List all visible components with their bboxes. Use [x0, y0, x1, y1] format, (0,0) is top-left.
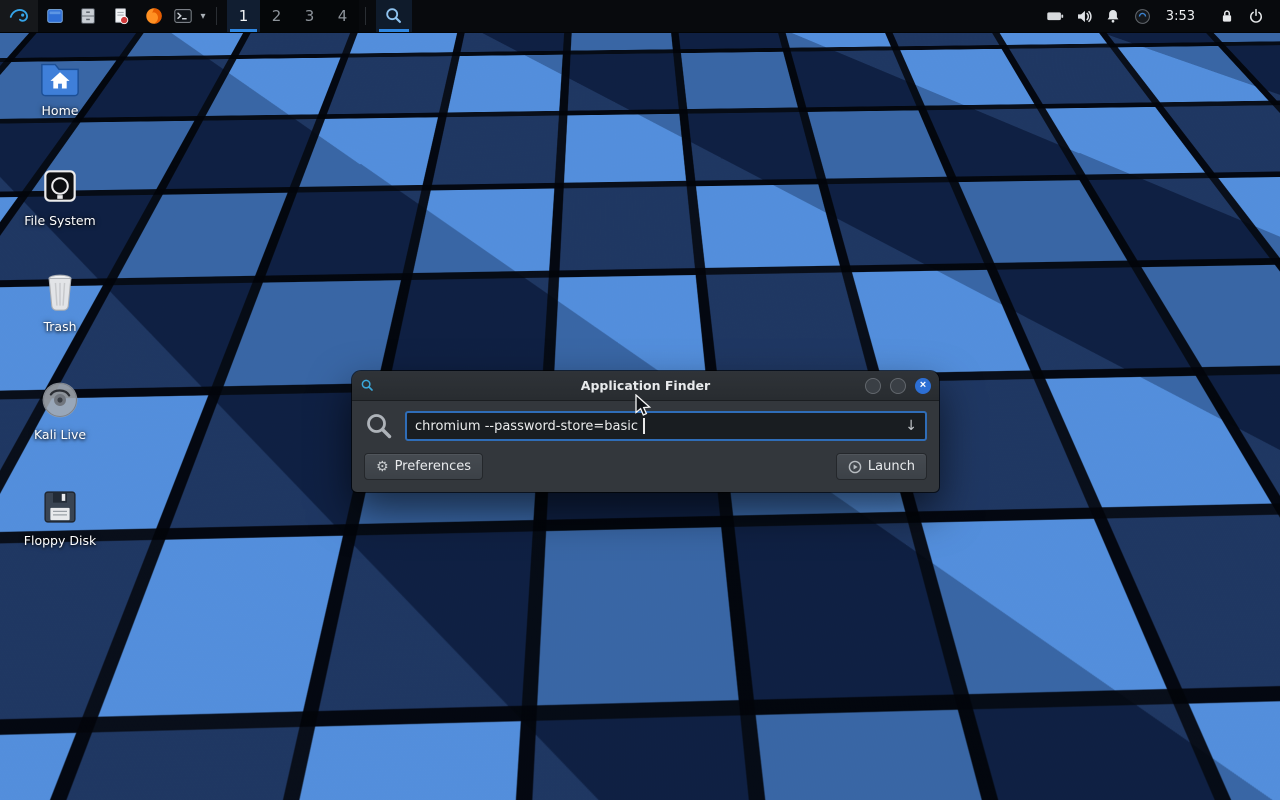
trash-icon	[40, 270, 80, 314]
panel-separator	[365, 7, 366, 25]
desktop-icon-label: Trash	[39, 319, 80, 335]
launcher-filemanager-button[interactable]	[71, 0, 104, 32]
desktop-icon-floppy-disk[interactable]: Floppy Disk	[12, 486, 108, 549]
terminal-icon	[173, 6, 193, 26]
lock-icon[interactable]	[1212, 0, 1241, 33]
taskbar-application-finder[interactable]	[376, 0, 412, 32]
desktop-icon-label: Kali Live	[30, 427, 90, 443]
document-icon	[111, 6, 131, 26]
panel-clock[interactable]: 3:53	[1157, 9, 1204, 24]
desktop-screen: ▾ 1 2 3 4	[0, 0, 1280, 800]
window-title: Application Finder	[352, 378, 939, 393]
terminal-dropdown-chevron[interactable]: ▾	[196, 0, 210, 32]
dialog-body: chromium --password-store=basic ↓ ⚙ Pref…	[352, 401, 939, 492]
volume-icon[interactable]	[1070, 0, 1099, 33]
text-caret	[643, 418, 645, 434]
applications-menu-button[interactable]	[0, 0, 38, 32]
workspace-switcher: 1 2 3 4	[227, 0, 359, 32]
notifications-bell-icon[interactable]	[1099, 0, 1128, 33]
panel-left-group: ▾ 1 2 3 4	[0, 0, 412, 32]
command-input[interactable]: chromium --password-store=basic ↓	[405, 411, 927, 441]
minimize-button[interactable]	[865, 378, 881, 394]
launcher-firefox-button[interactable]	[137, 0, 170, 32]
window-search-icon	[360, 378, 375, 393]
preferences-label: Preferences	[395, 459, 471, 474]
desktop-icon-home[interactable]: Home	[12, 56, 108, 119]
launcher-terminal-button[interactable]	[170, 0, 196, 32]
firefox-icon	[144, 6, 164, 26]
top-panel: ▾ 1 2 3 4	[0, 0, 1280, 33]
panel-separator	[216, 7, 217, 25]
desktop-icon-file-system[interactable]: File System	[12, 164, 108, 229]
workspace-2[interactable]: 2	[260, 0, 293, 32]
file-system-drive-icon	[38, 164, 82, 208]
search-icon	[384, 6, 404, 26]
window-icon	[45, 6, 65, 26]
floppy-disk-icon	[39, 486, 81, 528]
preferences-button[interactable]: ⚙ Preferences	[364, 453, 483, 480]
optical-disc-icon	[38, 378, 82, 422]
run-icon	[848, 460, 862, 474]
power-icon[interactable]	[1241, 0, 1270, 33]
titlebar[interactable]: Application Finder ×	[352, 371, 939, 401]
chevron-down-icon: ▾	[200, 11, 205, 22]
battery-icon[interactable]	[1041, 0, 1070, 33]
launcher-texteditor-button[interactable]	[104, 0, 137, 32]
file-cabinet-icon	[78, 6, 98, 26]
search-icon	[364, 411, 394, 441]
home-folder-icon	[37, 56, 83, 98]
maximize-button[interactable]	[890, 378, 906, 394]
workspace-4[interactable]: 4	[326, 0, 359, 32]
gear-icon: ⚙	[376, 460, 389, 474]
workspace-3[interactable]: 3	[293, 0, 326, 32]
desktop-icon-label: File System	[20, 213, 100, 229]
panel-right-group: 3:53	[1041, 0, 1280, 32]
launcher-files-button[interactable]	[38, 0, 71, 32]
application-finder-window: Application Finder × chromium --password…	[352, 371, 939, 492]
entry-dropdown-arrow[interactable]: ↓	[897, 418, 917, 434]
desktop-icon-kali-live[interactable]: Kali Live	[12, 378, 108, 443]
launch-button[interactable]: Launch	[836, 453, 927, 480]
kali-menu-icon	[8, 5, 30, 27]
status-tray-icon[interactable]	[1128, 0, 1157, 33]
close-icon: ×	[920, 380, 926, 391]
close-button[interactable]: ×	[915, 378, 931, 394]
command-text: chromium --password-store=basic	[415, 419, 642, 434]
launch-label: Launch	[868, 459, 915, 474]
desktop-icon-label: Floppy Disk	[20, 533, 100, 549]
workspace-1[interactable]: 1	[227, 0, 260, 32]
desktop-icon-label: Home	[38, 103, 83, 119]
window-controls: ×	[865, 378, 931, 394]
desktop-icon-trash[interactable]: Trash	[12, 270, 108, 335]
